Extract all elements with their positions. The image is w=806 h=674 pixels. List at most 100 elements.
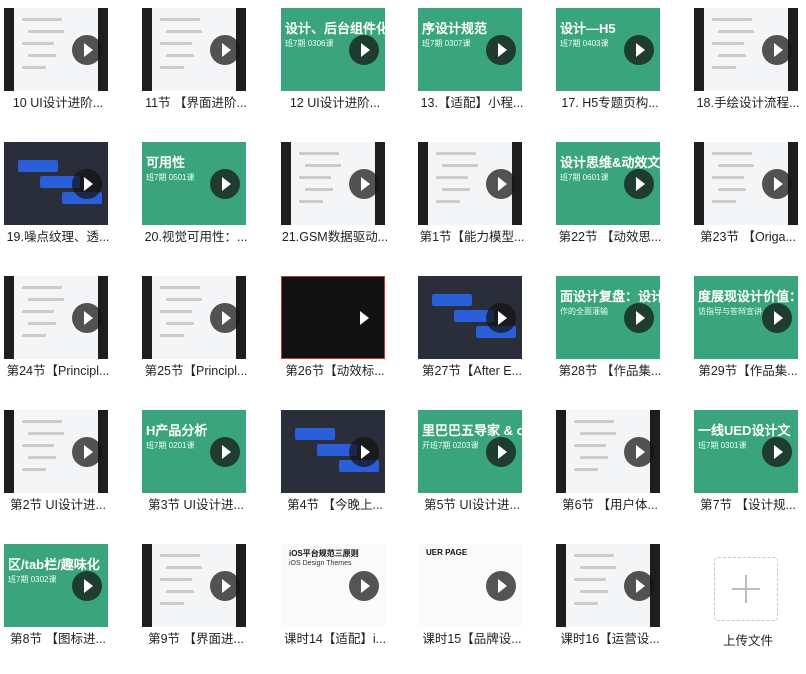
play-icon[interactable] <box>624 570 654 601</box>
video-thumbnail[interactable] <box>142 544 246 627</box>
video-item[interactable]: 21.GSM数据驱动... <box>281 142 388 272</box>
video-thumbnail[interactable] <box>4 276 108 359</box>
video-item[interactable]: 度展现设计价值： 访指导与答辩宣讲 第29节【作品集... <box>694 276 798 406</box>
video-thumbnail[interactable] <box>4 8 108 91</box>
video-item[interactable]: 面设计复盘：设计前中作的全面灌输第28节 【作品集... <box>556 276 661 406</box>
play-icon[interactable] <box>624 436 654 467</box>
video-item[interactable]: iOS平台规范三原则 iOS Design Themes 课时14【适配】i... <box>281 544 386 674</box>
play-icon[interactable] <box>72 168 102 199</box>
video-item[interactable]: 序设计规范 班7期 0307课 13.【适配】小程... <box>418 8 523 138</box>
play-icon[interactable] <box>486 436 516 467</box>
play-icon[interactable] <box>72 34 102 65</box>
thumbnail-line <box>160 66 184 69</box>
video-thumbnail[interactable]: UER PAGE <box>418 544 522 627</box>
video-thumbnail[interactable]: H产品分析 班7期 0201课 <box>142 410 246 493</box>
video-thumbnail[interactable]: 可用性 班7期 0501课 <box>142 142 246 225</box>
play-icon[interactable] <box>486 570 516 601</box>
video-thumbnail[interactable]: 区/tab栏/趣味化 班7期 0302课 <box>4 544 108 627</box>
play-icon[interactable] <box>762 302 792 333</box>
play-icon[interactable] <box>624 302 654 333</box>
video-thumbnail[interactable]: iOS平台规范三原则 iOS Design Themes <box>281 544 385 627</box>
video-thumbnail[interactable]: 设计—H5 班7期 0403课 <box>556 8 660 91</box>
video-item[interactable]: UER PAGE 课时15【品牌设... <box>418 544 522 674</box>
video-thumbnail[interactable] <box>418 142 522 225</box>
video-item[interactable]: 课时16【运营设... <box>556 544 660 674</box>
video-item[interactable]: 一线UED设计文 班7期 0301课 第7节 【设计规... <box>694 410 798 540</box>
video-item[interactable]: 里巴巴五导家 & ok 开班7期 0203课 第5节 UI设计进... <box>418 410 522 540</box>
video-thumbnail[interactable] <box>418 276 522 359</box>
video-item[interactable]: 19.噪点纹理、透... <box>4 142 109 272</box>
play-icon[interactable] <box>210 168 240 199</box>
play-icon[interactable] <box>72 436 102 467</box>
play-icon[interactable] <box>349 168 379 199</box>
thumbnail-line <box>574 468 598 471</box>
video-item[interactable]: 第2节 UI设计进... <box>4 410 108 540</box>
video-item[interactable]: 设计、后台组件化 班7期 0306课 12 UI设计进阶... <box>281 8 385 138</box>
play-icon[interactable] <box>762 436 792 467</box>
play-icon[interactable] <box>624 34 654 65</box>
upload-tile[interactable]: 上传文件 <box>694 544 798 674</box>
video-item[interactable]: 第25节【Principl... <box>142 276 247 406</box>
plus-icon[interactable] <box>714 557 778 621</box>
video-thumbnail[interactable] <box>142 276 246 359</box>
video-thumbnail[interactable] <box>694 8 798 91</box>
play-icon[interactable] <box>210 34 240 65</box>
video-thumbnail[interactable] <box>281 410 385 493</box>
video-item[interactable]: 10 UI设计进阶... <box>4 8 108 138</box>
video-thumbnail[interactable] <box>142 8 246 91</box>
video-thumbnail[interactable]: 里巴巴五导家 & ok 开班7期 0203课 <box>418 410 522 493</box>
video-title: 第28节 【作品集... <box>558 364 662 378</box>
play-icon[interactable] <box>348 302 378 333</box>
video-thumbnail[interactable] <box>4 410 108 493</box>
thumbnail-title: 设计思维&动效文档 <box>560 155 660 170</box>
video-thumbnail[interactable]: 设计、后台组件化 班7期 0306课 <box>281 8 385 91</box>
video-item[interactable]: 第27节【After E... <box>418 276 522 406</box>
video-item[interactable]: 第26节【动效标... <box>281 276 385 406</box>
play-icon[interactable] <box>72 302 102 333</box>
video-item[interactable]: 第9节 【界面进... <box>142 544 246 674</box>
video-item[interactable]: H产品分析 班7期 0201课 第3节 UI设计进... <box>142 410 246 540</box>
play-icon[interactable] <box>349 570 379 601</box>
video-thumbnail[interactable] <box>281 142 385 225</box>
play-icon[interactable] <box>210 436 240 467</box>
video-item[interactable]: 可用性 班7期 0501课 20.视觉可用性：... <box>142 142 247 272</box>
video-thumbnail[interactable] <box>556 410 660 493</box>
play-icon[interactable] <box>349 436 379 467</box>
play-icon[interactable] <box>210 302 240 333</box>
thumbnail-line <box>574 444 606 447</box>
video-item[interactable]: 设计思维&动效文档班7期 0601课第22节 【动效思... <box>556 142 661 272</box>
video-item[interactable]: 第4节 【今晚上... <box>281 410 385 540</box>
video-item[interactable]: 第23节 【Origa... <box>694 142 798 272</box>
video-item[interactable]: 第1节【能力模型... <box>418 142 524 272</box>
video-item[interactable]: 18.手绘设计流程... <box>694 8 799 138</box>
play-icon[interactable] <box>72 570 102 601</box>
play-icon[interactable] <box>486 34 516 65</box>
play-icon[interactable] <box>762 34 792 65</box>
thumbnail-line <box>166 566 202 569</box>
thumbnail-title: 设计—H5 <box>560 21 616 36</box>
play-icon[interactable] <box>349 34 379 65</box>
video-item[interactable]: 第24节【Principl... <box>4 276 109 406</box>
play-icon[interactable] <box>762 168 792 199</box>
video-item[interactable]: 设计—H5 班7期 0403课 17. H5专题页构... <box>556 8 660 138</box>
play-icon[interactable] <box>486 302 516 333</box>
video-item[interactable]: 区/tab栏/趣味化 班7期 0302课 第8节 【图标进... <box>4 544 108 674</box>
thumbnail-subtitle: iOS Design Themes <box>289 560 352 567</box>
video-thumbnail[interactable]: 序设计规范 班7期 0307课 <box>418 8 522 91</box>
play-icon[interactable] <box>624 168 654 199</box>
thumbnail-line <box>28 456 56 459</box>
thumbnail-line <box>22 468 46 471</box>
video-thumbnail[interactable]: 一线UED设计文 班7期 0301课 <box>694 410 798 493</box>
video-thumbnail[interactable] <box>281 276 385 359</box>
video-item[interactable]: 第6节 【用户体... <box>556 410 660 540</box>
video-thumbnail[interactable] <box>556 544 660 627</box>
video-thumbnail[interactable]: 设计思维&动效文档班7期 0601课 <box>556 142 660 225</box>
video-thumbnail[interactable]: 面设计复盘：设计前中作的全面灌输 <box>556 276 660 359</box>
video-thumbnail[interactable] <box>694 142 798 225</box>
video-thumbnail[interactable]: 度展现设计价值： 访指导与答辩宣讲 <box>694 276 798 359</box>
play-icon[interactable] <box>210 570 240 601</box>
play-icon[interactable] <box>486 168 516 199</box>
thumbnail-block <box>18 160 58 172</box>
video-item[interactable]: 11节 【界面进阶... <box>142 8 247 138</box>
video-thumbnail[interactable] <box>4 142 108 225</box>
